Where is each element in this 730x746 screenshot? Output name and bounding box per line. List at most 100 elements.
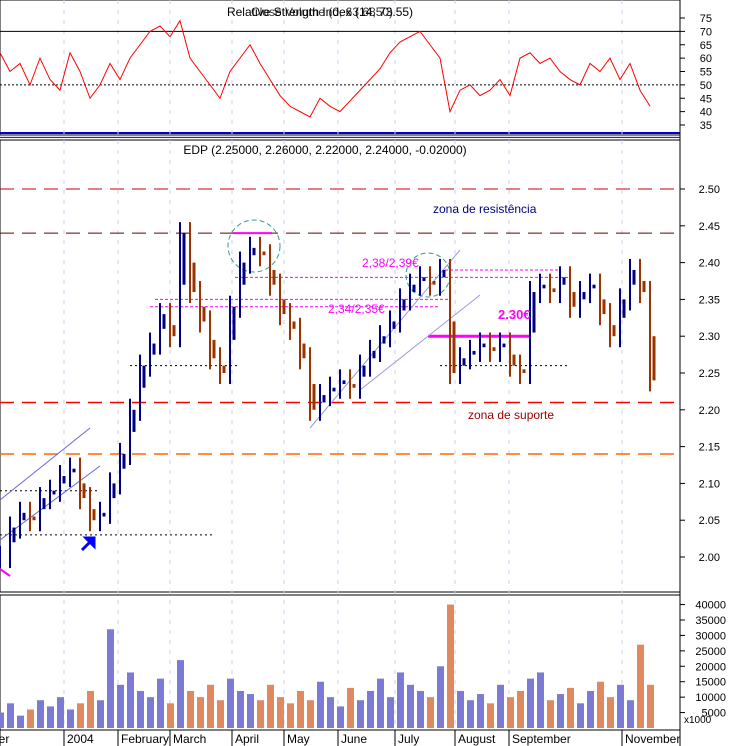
volume-bar (437, 666, 444, 728)
month-label-april: April (235, 732, 259, 746)
volume-unit-label: x1000 (684, 715, 712, 726)
volume-bar (157, 678, 164, 728)
resistance-label: zona de resistência (433, 202, 537, 216)
volume-bar (47, 706, 54, 728)
volume-bar (277, 697, 284, 728)
marker-line (0, 568, 11, 577)
volume-bar (357, 700, 364, 728)
price-tick-label: 2.20 (699, 405, 720, 417)
month-label-june: June (341, 732, 367, 746)
rsi-tick-label: 50 (700, 80, 712, 92)
rsi-series-line (0, 19, 651, 118)
volume-bar (557, 694, 564, 728)
rsi-panel: 3540 455055 6065 7075 (0, 13, 712, 138)
volume-bar (197, 697, 204, 728)
volume-bar (387, 697, 394, 728)
price-tick-label: 2.40 (699, 258, 720, 270)
price-tick-label: 2.50 (699, 184, 720, 196)
volume-bar (607, 697, 614, 728)
rsi-tick-label: 45 (700, 93, 712, 105)
volume-bar (517, 690, 524, 728)
volume-tick-label: 10000 (695, 692, 726, 704)
price-tick-label: 2.10 (699, 478, 720, 490)
month-label-november: November (625, 732, 680, 746)
volume-bar (637, 644, 644, 728)
price-tick-label: 2.05 (699, 515, 720, 527)
volume-bar (57, 697, 64, 728)
volume-bar (497, 684, 504, 728)
volume-bar (297, 690, 304, 728)
month-label-february: February (121, 732, 169, 746)
volume-bar (77, 703, 84, 728)
volume-bar (227, 678, 234, 728)
price-title: EDP (2.25000, 2.26000, 2.22000, 2.24000,… (183, 143, 466, 157)
volume-bar (117, 684, 124, 728)
price-tick-label: 2.30 (699, 331, 720, 343)
volume-bar (97, 700, 104, 728)
volume-tick-label: 25000 (695, 646, 726, 658)
price-tick-label: 2.15 (699, 442, 720, 454)
volume-bar (207, 684, 214, 728)
month-label-august: August (458, 732, 496, 746)
volume-bar (547, 700, 554, 728)
volume-tick-label: 30000 (695, 630, 726, 642)
channel-line (0, 427, 91, 501)
price-tick-label: 2.00 (699, 552, 720, 564)
volume-bar (287, 703, 294, 728)
volume-bar (417, 690, 424, 728)
price-panel: 2.00 2.05 2.10 2.15 2.20 2.25 2.30 2.35 2.40 2.45… (0, 184, 720, 577)
x-axis: ber 2004 February March April May June July Augu… (0, 729, 680, 746)
volume-bar (0, 712, 4, 728)
volume-bar (167, 703, 174, 728)
volume-bar (507, 697, 514, 728)
volume-bar (527, 678, 534, 728)
volume-bar (267, 684, 274, 728)
level-label-234: 2,34/2,35€ (328, 302, 385, 316)
volume-bar (587, 690, 594, 728)
volume-bar (307, 700, 314, 728)
panel-frame (0, 139, 681, 593)
volume-bar (17, 715, 24, 728)
volume-bar (337, 706, 344, 728)
volume-bar (327, 697, 334, 728)
volume-tick-label: 35000 (695, 615, 726, 627)
volume-bar (237, 690, 244, 728)
rsi-tick-label: 70 (700, 26, 712, 38)
month-label-september: September (512, 732, 571, 746)
month-label-july: July (398, 732, 419, 746)
volume-bar (7, 703, 14, 728)
support-label: zona de suporte (468, 408, 554, 422)
volume-bar (577, 703, 584, 728)
month-label-2004: 2004 (67, 732, 94, 746)
level-label-230: 2.30€ (498, 307, 531, 322)
volume-bar (147, 697, 154, 728)
month-label-march: March (173, 732, 206, 746)
volume-bar (257, 700, 264, 728)
volume-bar (67, 709, 74, 728)
rsi-tick-label: 35 (700, 120, 712, 132)
month-label-ber: ber (0, 732, 9, 746)
volume-bar (127, 672, 134, 728)
volume-bar (477, 694, 484, 728)
volume-bar (647, 684, 654, 728)
highlight-circle (227, 219, 281, 273)
volume-bar (107, 629, 114, 728)
volume-bar (27, 709, 34, 728)
volume-bar (407, 684, 414, 728)
volume-bar (347, 687, 354, 728)
price-tick-label: 2.35 (699, 294, 720, 306)
volume-bar (597, 681, 604, 728)
volume-tick-label: 40000 (695, 600, 726, 612)
panel-frame (0, 0, 681, 136)
month-label-may: May (287, 732, 310, 746)
rsi-tick-label: 65 (700, 40, 712, 52)
volume-bar (37, 700, 44, 728)
volume-bar (427, 697, 434, 728)
volume-tick-label: 15000 (695, 677, 726, 689)
volume-bar (487, 703, 494, 728)
arrow-icon (80, 536, 96, 552)
volume-bar (247, 694, 254, 728)
volume-bar (87, 690, 94, 728)
rsi-tick-label: 60 (700, 53, 712, 65)
volume-bar (537, 672, 544, 728)
